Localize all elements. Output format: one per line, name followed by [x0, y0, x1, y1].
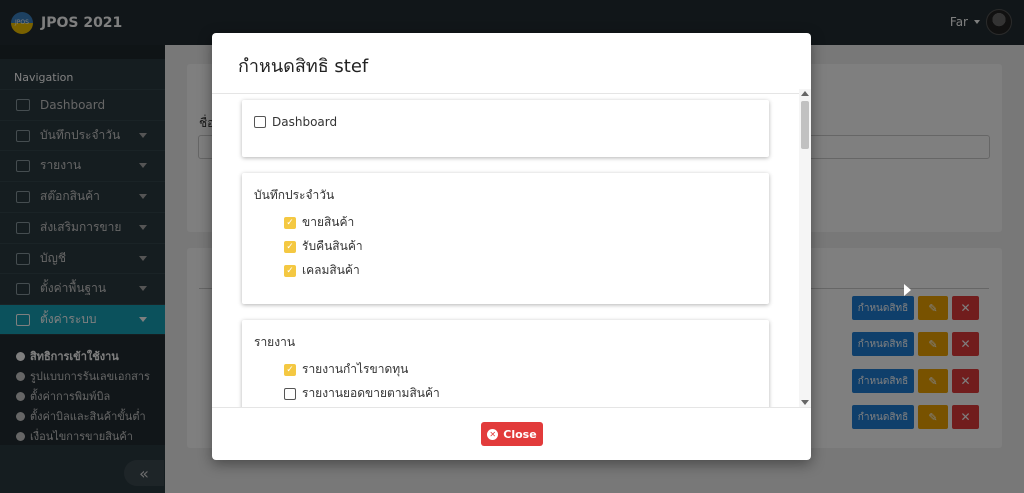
permission-checkbox-row[interactable]: ✓ ขายสินค้า — [284, 213, 354, 232]
permission-checkbox-row[interactable]: รายงานยอดขายตามสินค้า — [284, 384, 440, 403]
modal-body: Dashboard บันทึกประจำวัน ✓ ขายสินค้า ✓ ร… — [212, 93, 811, 408]
close-icon: ✕ — [487, 428, 499, 440]
checkbox-label: รายงานกำไรขาดทุน — [302, 362, 409, 376]
modal-title: กำหนดสิทธิ stef — [238, 56, 369, 77]
checkbox-checked[interactable]: ✓ — [284, 216, 296, 229]
checkbox-label: รับคืนสินค้า — [302, 239, 363, 253]
mouse-cursor-icon — [904, 284, 911, 296]
permission-section-reports: รายงาน ✓ รายงานกำไรขาดทุน รายงานยอดขายตา… — [242, 320, 769, 407]
permission-checkbox-row[interactable]: ✓ รับคืนสินค้า — [284, 237, 363, 256]
section-title: บันทึกประจำวัน — [254, 188, 335, 202]
permission-checkbox-row[interactable]: ✓ เคลมสินค้า — [284, 261, 360, 280]
permission-modal: กำหนดสิทธิ stef Dashboard บันทึกประจำวัน… — [212, 33, 811, 460]
scroll-thumb[interactable] — [801, 101, 809, 149]
permission-checkbox-row[interactable]: Dashboard — [254, 115, 337, 129]
checkbox[interactable] — [254, 116, 266, 128]
modal-scrollbar[interactable] — [799, 89, 811, 407]
close-label: Close — [503, 427, 537, 441]
checkbox-label: เคลมสินค้า — [302, 263, 360, 277]
checkbox-label: Dashboard — [272, 115, 338, 129]
checkbox-checked[interactable]: ✓ — [284, 363, 296, 376]
permission-section-daily-record: บันทึกประจำวัน ✓ ขายสินค้า ✓ รับคืนสินค้… — [242, 173, 769, 304]
checkbox-checked[interactable]: ✓ — [284, 264, 296, 277]
permission-checkbox-row[interactable]: ✓ รายงานกำไรขาดทุน — [284, 360, 408, 379]
checkbox-checked[interactable]: ✓ — [284, 240, 296, 253]
checkbox-label: ขายสินค้า — [302, 215, 355, 229]
permission-section-dashboard: Dashboard — [242, 100, 769, 157]
checkbox-label: รายงานยอดขายตามสินค้า — [302, 386, 440, 400]
scroll-down-arrow-icon[interactable] — [801, 400, 809, 405]
close-button[interactable]: ✕ Close — [481, 422, 543, 446]
section-title: รายงาน — [254, 335, 296, 349]
checkbox[interactable] — [284, 387, 296, 400]
scroll-up-arrow-icon[interactable] — [801, 91, 809, 96]
